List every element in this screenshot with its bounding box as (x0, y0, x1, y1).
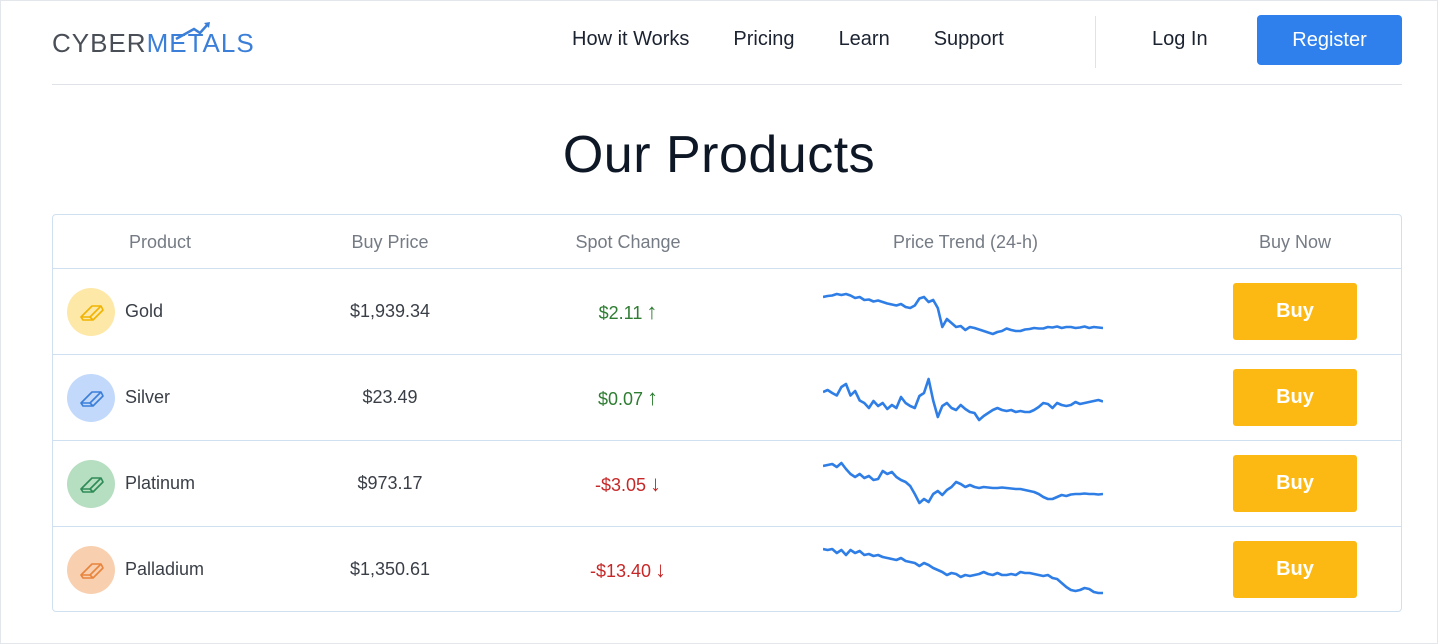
table-row: Silver $23.49 $0.07 ↑ Buy (53, 355, 1401, 441)
table-header: Product Buy Price Spot Change Price Tren… (53, 215, 1401, 269)
table-row: Palladium $1,350.61 -$13.40 ↓ Buy (53, 527, 1401, 613)
spot-change: $0.07 ↑ (528, 385, 728, 411)
arrow-up-icon: ↑ (646, 299, 658, 324)
product-name: Palladium (125, 559, 205, 579)
buy-price: $973.17 (357, 473, 423, 493)
table-row: Platinum $973.17 -$3.05 ↓ Buy (53, 441, 1401, 527)
nav-learn[interactable]: Learn (839, 28, 890, 51)
page-title: Our Products (562, 126, 876, 184)
spot-change: $2.11 ↑ (528, 299, 728, 325)
header-price-trend: Price Trend (24-h) (892, 232, 1039, 252)
product-name: Platinum (125, 473, 196, 493)
product-name: Gold (125, 301, 164, 321)
palladium-bar-icon (67, 546, 115, 594)
spot-change: -$3.05 ↓ (528, 471, 728, 497)
price-trend-sparkline (823, 377, 1103, 422)
buy-price: $1,350.61 (349, 559, 431, 579)
arrow-down-icon: ↓ (650, 471, 662, 496)
spot-change-value: $0.07 (597, 389, 644, 409)
register-button[interactable]: Register (1257, 15, 1402, 65)
logo-text-part1: CYBER (52, 27, 147, 58)
sparkline-path (823, 461, 1103, 505)
product-name: Silver (125, 387, 171, 407)
spot-change-value: -$3.05 (594, 475, 647, 495)
header-product: Product (128, 232, 192, 252)
buy-button[interactable]: Buy (1233, 541, 1357, 598)
spot-change-value: -$13.40 (589, 561, 652, 581)
buy-button[interactable]: Buy (1233, 369, 1357, 426)
price-trend-sparkline (823, 547, 1103, 595)
silver-bar-icon (67, 374, 115, 422)
nav-support[interactable]: Support (934, 28, 1004, 51)
gold-bar-icon (67, 288, 115, 336)
sparkline-path (823, 292, 1103, 336)
nav-divider (1095, 16, 1096, 68)
nav-pricing[interactable]: Pricing (733, 28, 794, 51)
logo-arrow-icon (175, 22, 210, 41)
table-row: Gold $1,939.34 $2.11 ↑ Buy (53, 269, 1401, 355)
logo[interactable]: CYBER METALS (52, 22, 255, 59)
price-trend-sparkline (823, 292, 1103, 336)
sparkline-path (823, 377, 1103, 422)
nav-how-it-works[interactable]: How it Works (572, 28, 689, 51)
sparkline-path (823, 547, 1103, 595)
site-header: CYBER METALS How it Works Pricing Learn S… (52, 0, 1402, 85)
products-table: Product Buy Price Spot Change Price Tren… (52, 214, 1402, 612)
main-nav: How it Works Pricing Learn Support (572, 28, 1048, 51)
spot-change: -$13.40 ↓ (528, 557, 728, 583)
platinum-bar-icon (67, 460, 115, 508)
buy-price: $23.49 (362, 387, 418, 407)
spot-change-value: $2.11 (598, 303, 643, 323)
arrow-up-icon: ↑ (647, 385, 659, 410)
buy-price: $1,939.34 (349, 301, 431, 321)
buy-button[interactable]: Buy (1233, 455, 1357, 512)
buy-button[interactable]: Buy (1233, 283, 1357, 340)
header-spot-change: Spot Change (575, 232, 681, 252)
header-buy-now: Buy Now (1258, 232, 1332, 252)
price-trend-sparkline (823, 461, 1103, 505)
login-link[interactable]: Log In (1152, 28, 1208, 51)
header-buy-price: Buy Price (351, 232, 429, 252)
arrow-down-icon: ↓ (655, 557, 667, 582)
